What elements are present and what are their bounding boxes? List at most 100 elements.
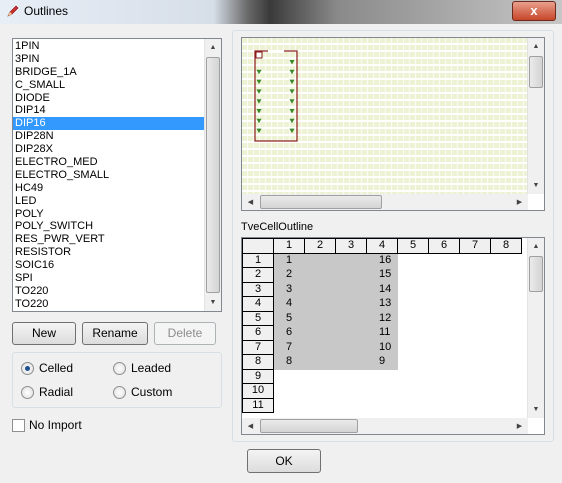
grid-cell[interactable] [398,282,429,297]
cell-grid-table[interactable]: 1 2 3 4 5 6 7 8 1 1 16 2 2 15 3 3 14 4 4 13 5 5 12 6 6 11 7 7 10 8 8 9 9… [242,238,522,413]
preview-vscroll-thumb[interactable] [529,56,543,88]
grid-cell[interactable] [460,253,491,268]
grid-cell[interactable] [429,282,460,297]
grid-cell[interactable] [335,296,367,312]
grid-cell[interactable] [460,355,491,370]
outline-list-scroll-thumb[interactable] [206,57,220,293]
radio-celled[interactable]: Celled [21,361,73,375]
radio-radial[interactable]: Radial [21,385,73,399]
grid-cell[interactable]: 2 [273,267,305,283]
list-item[interactable]: TO220 [13,285,205,298]
radio-leaded[interactable]: Leaded [113,361,171,375]
grid-scroll-right-icon[interactable]: ▶ [511,418,528,434]
radio-custom[interactable]: Custom [113,385,172,399]
no-import-checkbox-row[interactable]: No Import [12,418,82,432]
grid-cell[interactable]: 4 [273,296,305,312]
grid-scroll-up-icon[interactable]: ▲ [528,238,544,255]
grid-cell[interactable] [398,369,429,384]
list-item[interactable]: HC49 [13,182,205,195]
grid-hscrollbar[interactable]: ◀ ▶ [242,418,528,434]
grid-cell[interactable]: 5 [273,310,305,326]
grid-cell[interactable] [304,325,336,341]
grid-cell[interactable] [460,282,491,297]
grid-cell[interactable] [491,326,522,341]
grid-cell[interactable]: 13 [366,296,398,312]
grid-cell[interactable] [460,326,491,341]
grid-cell[interactable] [460,369,491,384]
grid-cell[interactable] [429,326,460,341]
grid-cell[interactable] [335,310,367,326]
grid-cell[interactable] [367,369,398,384]
grid-cell[interactable] [335,339,367,355]
grid-cell[interactable]: 7 [273,339,305,355]
list-item[interactable]: DIODE [13,92,205,105]
grid-cell[interactable] [429,355,460,370]
grid-cell[interactable]: 15 [366,267,398,283]
list-item[interactable]: 3PIN [13,53,205,66]
list-item[interactable]: 1PIN [13,40,205,53]
grid-cell[interactable] [460,268,491,283]
list-item[interactable]: LED [13,195,205,208]
grid-cell[interactable] [336,369,367,384]
radio-custom-circle[interactable] [113,385,126,399]
grid-cell[interactable] [305,384,336,399]
grid-cell[interactable] [305,398,336,413]
grid-cell[interactable]: 1 [273,252,305,268]
grid-cell[interactable] [460,384,491,399]
grid-cell[interactable] [491,398,522,413]
grid-cell[interactable] [335,267,367,283]
rename-button[interactable]: Rename [82,322,148,345]
grid-cell[interactable]: 8 [273,354,305,370]
grid-cell[interactable]: 9 [366,354,398,370]
preview-scroll-up-icon[interactable]: ▲ [528,38,544,55]
list-item[interactable]: DIP16 [13,117,205,131]
grid-cell[interactable] [304,339,336,355]
grid-cell[interactable] [460,297,491,312]
outline-preview[interactable]: ▲ ▼ ◀ ▶ [241,37,545,211]
scroll-down-icon[interactable]: ▼ [205,294,221,311]
grid-cell[interactable] [336,398,367,413]
preview-scroll-down-icon[interactable]: ▼ [528,177,544,194]
grid-cell[interactable] [491,340,522,355]
preview-scroll-right-icon[interactable]: ▶ [511,194,528,210]
grid-cell[interactable] [335,252,367,268]
list-item[interactable]: POLY_SWITCH [13,220,205,233]
grid-cell[interactable] [304,281,336,297]
grid-cell[interactable] [429,311,460,326]
grid-cell[interactable] [491,384,522,399]
grid-cell[interactable] [398,398,429,413]
grid-cell[interactable] [305,369,336,384]
grid-cell[interactable]: 14 [366,281,398,297]
grid-vscroll-thumb[interactable] [529,256,543,292]
new-button[interactable]: New [12,322,76,345]
radio-radial-circle[interactable] [21,385,34,399]
grid-cell[interactable]: 3 [273,281,305,297]
grid-cell[interactable] [367,398,398,413]
list-item[interactable]: RESISTOR [13,246,205,259]
grid-cell[interactable] [398,326,429,341]
grid-cell[interactable] [335,281,367,297]
grid-cell[interactable] [304,310,336,326]
grid-cell[interactable] [398,384,429,399]
radio-leaded-circle[interactable] [113,361,126,375]
grid-cell[interactable] [398,253,429,268]
grid-cell[interactable] [491,311,522,326]
list-item[interactable]: DIP28N [13,130,205,143]
preview-vscrollbar[interactable]: ▲ ▼ [527,38,544,194]
grid-cell[interactable] [336,384,367,399]
grid-cell[interactable] [460,340,491,355]
grid-cell[interactable]: 16 [366,252,398,268]
grid-cell[interactable] [398,297,429,312]
grid-cell[interactable] [335,325,367,341]
grid-cell[interactable] [398,268,429,283]
delete-button[interactable]: Delete [154,322,216,345]
close-button[interactable]: x [512,1,556,21]
grid-cell[interactable] [429,340,460,355]
list-item[interactable]: DIP14 [13,104,205,117]
grid-cell[interactable] [274,384,305,399]
grid-cell[interactable] [491,268,522,283]
grid-cell[interactable] [429,268,460,283]
grid-scroll-left-icon[interactable]: ◀ [242,418,259,434]
ok-button[interactable]: OK [247,449,321,473]
grid-cell[interactable] [460,311,491,326]
